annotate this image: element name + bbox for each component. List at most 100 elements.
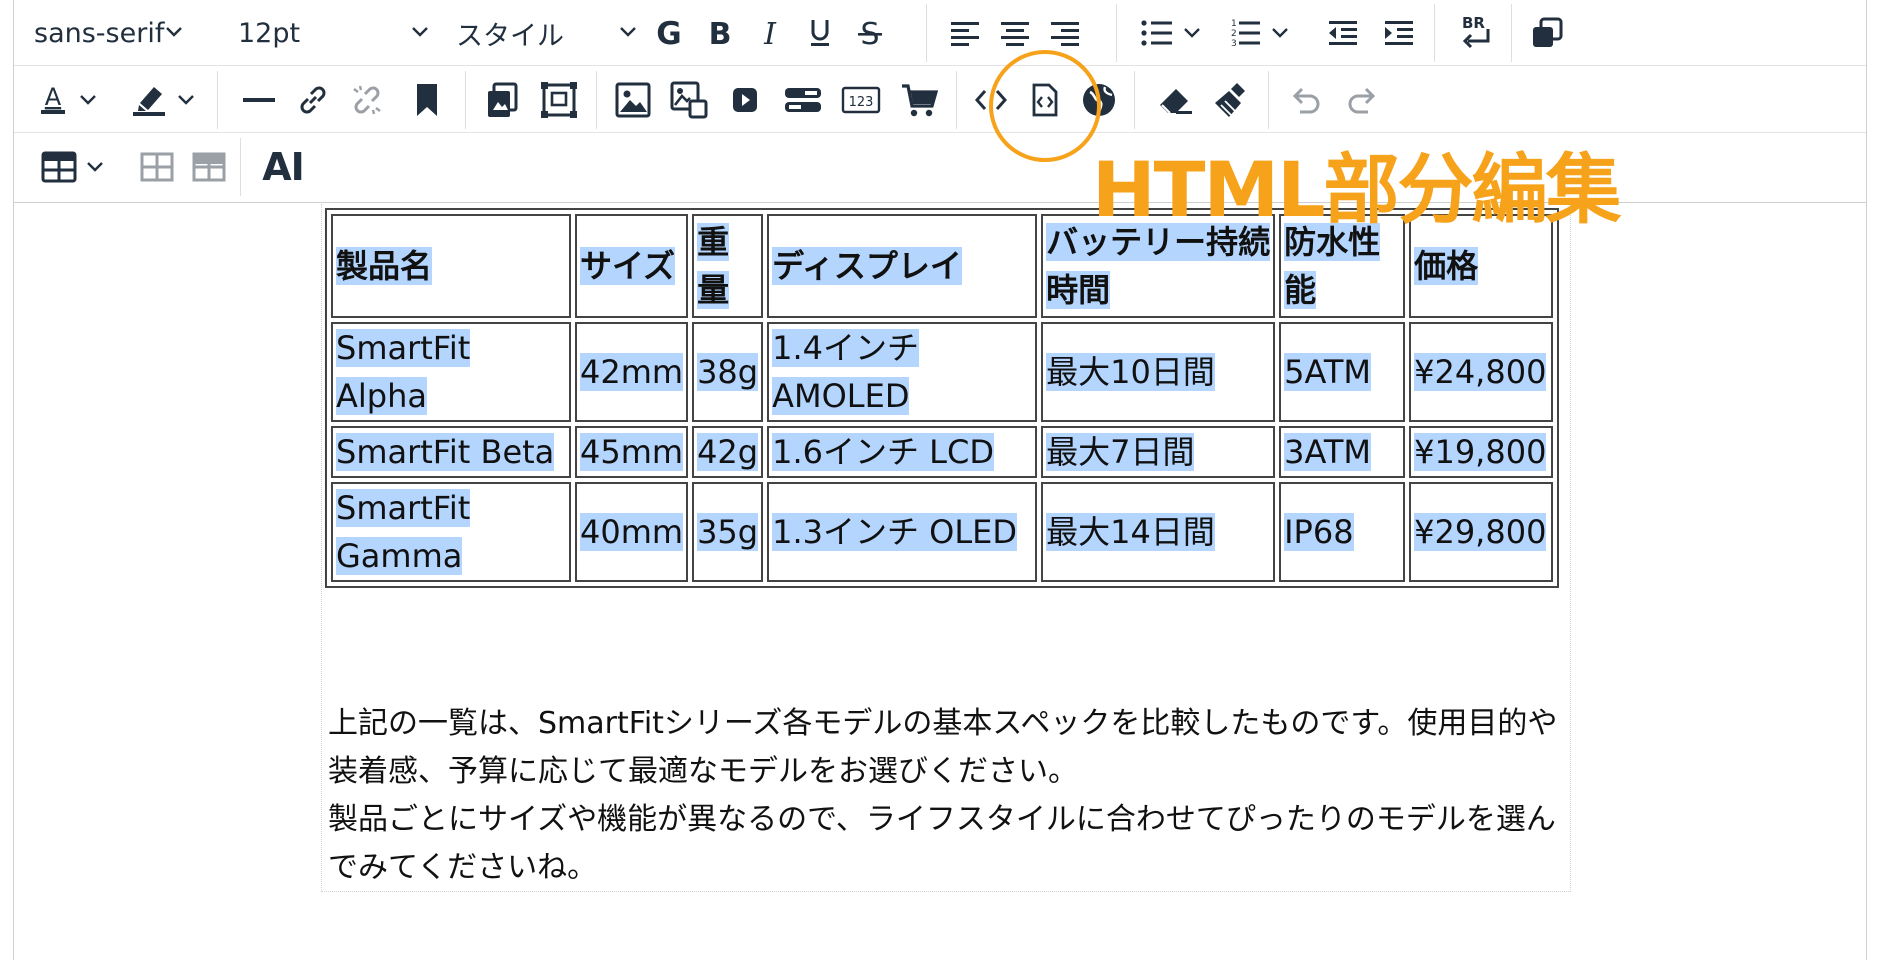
cell-text: SmartFit Alpha (336, 329, 471, 415)
undo-icon (1292, 87, 1320, 114)
table-cell[interactable]: 1.3インチ OLED (767, 482, 1038, 582)
horizontal-line-button[interactable] (232, 67, 286, 133)
italic-button[interactable]: I (747, 0, 793, 66)
table-header-cell[interactable]: サイズ (575, 214, 689, 318)
table-button[interactable] (34, 134, 112, 200)
table-cell[interactable]: 35g (692, 482, 764, 582)
toolbar-separator (596, 71, 597, 129)
indent-button[interactable] (1376, 0, 1422, 66)
table-split-icon (192, 152, 226, 182)
table-cell[interactable]: 45mm (575, 426, 689, 478)
font-size-select[interactable]: 12pt (228, 0, 438, 66)
table-icon (41, 151, 77, 183)
table-grid-icon (140, 152, 174, 182)
table-cell[interactable]: 42mm (575, 322, 689, 422)
editor-content-area[interactable]: 製品名 サイズ 重量 ディスプレイ バッテリー持続時間 防水性能 価格 Smar… (14, 204, 1866, 960)
indent-icon (1385, 21, 1413, 45)
align-left-button[interactable] (940, 0, 990, 66)
table-cell[interactable]: ¥24,800 (1409, 322, 1554, 422)
table-cell[interactable]: 最大7日間 (1041, 426, 1276, 478)
line-break-button[interactable]: BR (1448, 0, 1504, 66)
shopping-cart-icon (902, 84, 938, 117)
bold-button[interactable]: B (697, 0, 743, 66)
cell-text: 1.3インチ OLED (772, 513, 1018, 551)
style-select[interactable]: スタイル (446, 0, 646, 66)
insert-product-button[interactable] (890, 67, 948, 133)
toolbar-row-2: A 123 (14, 67, 1866, 133)
image-icon (615, 82, 651, 118)
paragraph-line: 製品ごとにサイズや機能が異なるので、ライフスタイルに合わせてぴったりのモデルを選… (328, 802, 1556, 885)
table-cell[interactable]: 38g (692, 322, 764, 422)
cell-text: 42g (697, 433, 759, 471)
insert-image-button[interactable] (606, 67, 660, 133)
table-cell[interactable]: 42g (692, 426, 764, 478)
ai-label: AI (262, 145, 305, 189)
numbered-list-button[interactable]: 123 (1220, 0, 1298, 66)
link-icon (300, 86, 326, 114)
highlight-color-button[interactable] (118, 67, 208, 133)
align-right-icon (1051, 22, 1079, 46)
table-row-properties-button[interactable] (184, 134, 234, 200)
cleanup-button[interactable] (1204, 67, 1258, 133)
table-cell[interactable]: 最大14日間 (1041, 482, 1276, 582)
broom-icon (1215, 83, 1245, 117)
unlink-button[interactable] (340, 67, 394, 133)
undo-button[interactable] (1278, 67, 1332, 133)
bookmark-button[interactable] (400, 67, 454, 133)
table-cell[interactable]: 5ATM (1279, 322, 1406, 422)
cell-text: ¥19,800 (1414, 433, 1547, 471)
table-cell[interactable]: SmartFit Alpha (331, 322, 571, 422)
table-header-cell[interactable]: ディスプレイ (767, 214, 1038, 318)
svg-text:2: 2 (1231, 29, 1237, 39)
table-cell[interactable]: ¥29,800 (1409, 482, 1554, 582)
text-color-button[interactable]: A (28, 67, 106, 133)
numbered-list-icon: 123 (1231, 19, 1260, 49)
strikethrough-icon: S (858, 17, 882, 49)
insert-video-button[interactable] (718, 67, 772, 133)
svg-text:3: 3 (1231, 39, 1237, 49)
table-cell[interactable]: 3ATM (1279, 426, 1406, 478)
ai-assistant-button[interactable]: AI (252, 134, 314, 200)
toolbar-separator (465, 71, 466, 129)
cell-text: ¥24,800 (1414, 353, 1547, 391)
insert-counter-button[interactable]: 123 (832, 67, 890, 133)
video-play-icon (733, 88, 757, 112)
insert-button-widget[interactable] (774, 67, 832, 133)
insert-media-button[interactable] (532, 67, 586, 133)
eraser-icon (1160, 89, 1192, 114)
table-cell[interactable]: ¥19,800 (1409, 426, 1554, 478)
table-cell[interactable]: IP68 (1279, 482, 1406, 582)
table-cell[interactable]: SmartFit Gamma (331, 482, 571, 582)
text-color-icon: A (41, 83, 65, 114)
table-cell[interactable]: SmartFit Beta (331, 426, 571, 478)
table-cell[interactable]: 1.4インチ AMOLED (767, 322, 1038, 422)
table-cell-properties-button[interactable] (132, 134, 182, 200)
table-header-cell[interactable]: 製品名 (331, 214, 571, 318)
font-family-select[interactable]: sans-serif (24, 0, 192, 66)
clear-formatting-button[interactable] (1148, 67, 1202, 133)
table-cell[interactable]: 40mm (575, 482, 689, 582)
align-center-icon (1001, 22, 1029, 46)
table-header-cell[interactable]: 重量 (692, 214, 764, 318)
description-paragraph[interactable]: 上記の一覧は、SmartFitシリーズ各モデルの基本スペックを比較したものです。… (328, 700, 1568, 892)
insert-file-button[interactable] (476, 67, 530, 133)
cell-text: 最大10日間 (1046, 353, 1215, 391)
outdent-button[interactable] (1320, 0, 1366, 66)
google-fonts-button[interactable]: G (646, 0, 692, 66)
bullet-list-button[interactable] (1132, 0, 1210, 66)
underline-button[interactable] (797, 0, 843, 66)
cell-text: IP68 (1284, 513, 1354, 551)
toolbar-separator (217, 71, 218, 129)
svg-text:G: G (656, 17, 681, 49)
strikethrough-button[interactable]: S (847, 0, 893, 66)
copy-button[interactable] (1522, 0, 1572, 66)
table-cell[interactable]: 最大10日間 (1041, 322, 1276, 422)
toolbar-separator (926, 4, 927, 62)
table-cell[interactable]: 1.6インチ LCD (767, 426, 1038, 478)
insert-link-button[interactable] (286, 67, 340, 133)
spec-table[interactable]: 製品名 サイズ 重量 ディスプレイ バッテリー持続時間 防水性能 価格 Smar… (325, 208, 1560, 588)
redo-button[interactable] (1336, 67, 1390, 133)
unlink-icon (353, 85, 381, 115)
image-settings-button[interactable] (662, 67, 716, 133)
outdent-icon (1329, 21, 1357, 45)
